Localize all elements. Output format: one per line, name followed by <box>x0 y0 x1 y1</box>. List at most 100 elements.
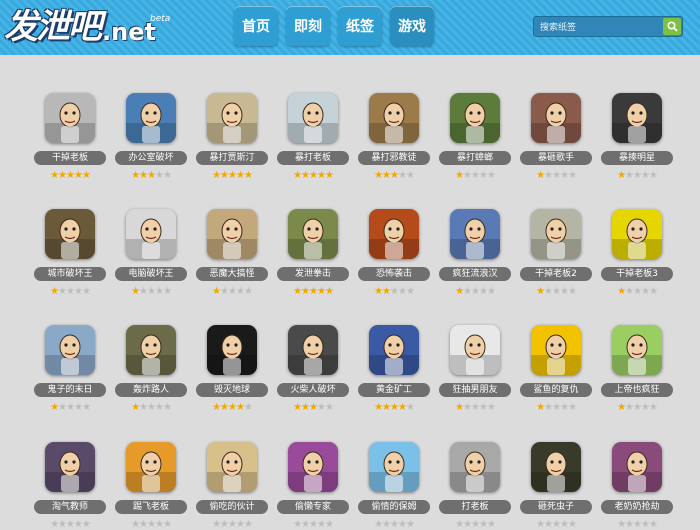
star-empty-icon: ★ <box>220 286 229 297</box>
rating-stars: ★★★★★ <box>601 170 673 181</box>
game-title[interactable]: 干掉老板 <box>34 151 106 165</box>
game-title[interactable]: 暴打邪教徒 <box>358 151 430 165</box>
hit-boss-icon[interactable] <box>450 442 500 492</box>
game-title[interactable]: 偷情的保姆 <box>358 500 430 514</box>
rating-stars: ★★★★★ <box>601 286 673 297</box>
star-empty-icon: ★ <box>162 402 172 413</box>
star-empty-icon: ★ <box>154 286 164 297</box>
game-title[interactable]: 毁灭地球 <box>196 383 268 397</box>
star-filled-icon: ★ <box>374 170 383 181</box>
game-title[interactable]: 暴砸歌手 <box>520 151 592 165</box>
game-title[interactable]: 偷吃的伙计 <box>196 500 268 514</box>
boss-3-icon[interactable] <box>612 209 662 259</box>
star-empty-icon: ★ <box>552 170 561 181</box>
game-title[interactable]: 狂抽男朋友 <box>439 383 511 397</box>
star-filled-icon: ★ <box>617 286 626 297</box>
rating-stars: ★★★★★ <box>520 286 592 297</box>
star-filled-icon: ★ <box>390 402 399 413</box>
nav-games[interactable]: 游戏 <box>390 6 434 46</box>
star-empty-icon: ★ <box>397 519 407 530</box>
nav-notes[interactable]: 纸签 <box>338 6 382 46</box>
game-thumbnail <box>126 334 176 375</box>
soldier-icon[interactable] <box>45 325 95 375</box>
game-title[interactable]: 疯狂流浪汉 <box>439 267 511 281</box>
search-button[interactable] <box>663 18 681 35</box>
slap-bf-icon[interactable] <box>450 325 500 375</box>
lazy-icon[interactable] <box>288 442 338 492</box>
star-empty-icon: ★ <box>478 402 488 413</box>
nav-instant[interactable]: 即刻 <box>286 6 330 46</box>
star-empty-icon: ★ <box>66 286 75 297</box>
game-title[interactable]: 鲨鱼的复仇 <box>520 383 592 397</box>
god-hand-icon[interactable] <box>612 325 662 375</box>
nav-home[interactable]: 首页 <box>234 6 278 46</box>
game-title[interactable]: 暴打老板 <box>277 151 349 165</box>
cockroach-icon[interactable] <box>450 93 500 143</box>
devil-lab-icon[interactable] <box>207 209 257 259</box>
star-empty-icon: ★ <box>58 286 67 297</box>
game-title[interactable]: 干掉老板3 <box>601 267 673 281</box>
game-thumbnail <box>45 334 95 375</box>
granny-icon[interactable] <box>612 442 662 492</box>
boss-tie-icon[interactable] <box>288 93 338 143</box>
game-title[interactable]: 黄金矿工 <box>358 383 430 397</box>
star-empty-icon: ★ <box>66 519 75 530</box>
shark-sign-icon[interactable] <box>531 325 581 375</box>
boss-sketch-icon[interactable] <box>45 93 95 143</box>
boxer-icon[interactable] <box>288 209 338 259</box>
mad-maker-icon[interactable] <box>369 209 419 259</box>
earth-blast-icon[interactable] <box>207 325 257 375</box>
star-empty-icon: ★ <box>648 170 658 181</box>
site-logo[interactable]: 发泄吧 .net beta <box>4 6 170 48</box>
hobo-icon[interactable] <box>450 209 500 259</box>
singer-icon[interactable] <box>531 93 581 143</box>
game-title[interactable]: 暴打贾斯汀 <box>196 151 268 165</box>
game-title[interactable]: 老奶奶抢劫 <box>601 500 673 514</box>
game-title[interactable]: 踢飞老板 <box>115 500 187 514</box>
boss-2-icon[interactable] <box>531 209 581 259</box>
old-boss-icon[interactable] <box>126 442 176 492</box>
city-monster-icon[interactable] <box>45 209 95 259</box>
game-title[interactable]: 淘气教师 <box>34 500 106 514</box>
game-title[interactable]: 砸死虫子 <box>520 500 592 514</box>
game-title[interactable]: 打老板 <box>439 500 511 514</box>
search-input[interactable] <box>538 19 662 36</box>
star-empty-icon: ★ <box>397 170 407 181</box>
cultist-icon[interactable] <box>369 93 419 143</box>
star-filled-icon: ★ <box>235 170 245 181</box>
stickman-icon[interactable] <box>288 325 338 375</box>
bug-hammer-icon[interactable] <box>531 442 581 492</box>
teacher-icon[interactable] <box>45 442 95 492</box>
game-title[interactable]: 暴揍明星 <box>601 151 673 165</box>
game-title[interactable]: 城市破坏王 <box>34 267 106 281</box>
gold-miner-icon[interactable] <box>369 325 419 375</box>
star-empty-icon: ★ <box>648 402 658 413</box>
game-title[interactable]: 轰炸路人 <box>115 383 187 397</box>
game-thumbnail <box>612 451 662 492</box>
nanny-icon[interactable] <box>369 442 419 492</box>
bomb-street-icon[interactable] <box>126 325 176 375</box>
star-filled-icon: ★ <box>455 286 464 297</box>
game-title[interactable]: 上帝也疯狂 <box>601 383 673 397</box>
star-empty-icon: ★ <box>73 286 83 297</box>
game-title[interactable]: 发泄拳击 <box>277 267 349 281</box>
game-title[interactable]: 恐怖袭击 <box>358 267 430 281</box>
game-title[interactable]: 暴打蟑螂 <box>439 151 511 165</box>
eater-icon[interactable] <box>207 442 257 492</box>
star-empty-icon: ★ <box>478 170 488 181</box>
game-title[interactable]: 恶魔大搞怪 <box>196 267 268 281</box>
game-title[interactable]: 办公室破坏 <box>115 151 187 165</box>
star-empty-icon: ★ <box>228 519 237 530</box>
star-filled-icon: ★ <box>309 170 318 181</box>
computer-icon[interactable] <box>126 209 176 259</box>
game-title[interactable]: 电脑破坏王 <box>115 267 187 281</box>
justin-icon[interactable] <box>207 93 257 143</box>
game-title[interactable]: 火柴人破坏 <box>277 383 349 397</box>
rating-stars: ★★★★★ <box>34 519 106 530</box>
game-title[interactable]: 偷懒专家 <box>277 500 349 514</box>
star-celeb-icon[interactable] <box>612 93 662 143</box>
game-title[interactable]: 鬼子的末日 <box>34 383 106 397</box>
game-thumbnail <box>450 334 500 375</box>
game-title[interactable]: 干掉老板2 <box>520 267 592 281</box>
office-man-icon[interactable] <box>126 93 176 143</box>
